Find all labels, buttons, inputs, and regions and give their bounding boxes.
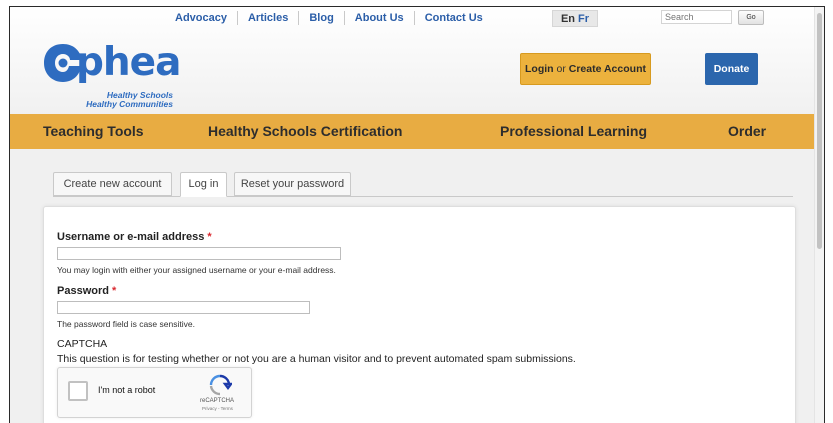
password-label: Password * bbox=[57, 285, 116, 297]
lang-en[interactable]: En bbox=[561, 13, 575, 25]
ophea-logo[interactable]: phea Healthy Schools Healthy Communities bbox=[42, 41, 182, 111]
recaptcha-widget: I'm not a robot reCAPTCHA Privacy - Term… bbox=[57, 367, 252, 418]
logo-tagline-2: Healthy Communities bbox=[86, 99, 173, 109]
donate-button[interactable]: Donate bbox=[705, 53, 758, 85]
login-form-panel: Username or e-mail address * You may log… bbox=[43, 206, 796, 423]
username-field[interactable] bbox=[57, 247, 341, 260]
browser-viewport: Advocacy Articles Blog About Us Contact … bbox=[9, 6, 825, 423]
nav-link-advocacy[interactable]: Advocacy bbox=[165, 11, 238, 25]
logo-wordmark: phea bbox=[76, 40, 181, 85]
recaptcha-brand: reCAPTCHA bbox=[200, 398, 235, 404]
required-mark: * bbox=[207, 231, 212, 243]
or-label: or bbox=[556, 63, 566, 75]
main-nav-order[interactable]: Order bbox=[728, 114, 766, 149]
recaptcha-label: I'm not a robot bbox=[98, 385, 156, 395]
main-nav-healthy-schools-certification[interactable]: Healthy Schools Certification bbox=[208, 114, 402, 149]
required-mark: * bbox=[112, 285, 117, 297]
tab-log-in[interactable]: Log in bbox=[180, 172, 227, 197]
recaptcha-privacy-terms[interactable]: Privacy - Terms bbox=[202, 406, 233, 411]
nav-link-about-us[interactable]: About Us bbox=[345, 11, 415, 25]
password-help-text: The password field is case sensitive. bbox=[57, 319, 195, 329]
recaptcha-checkbox[interactable] bbox=[68, 381, 88, 401]
password-field[interactable] bbox=[57, 301, 310, 314]
top-utility-nav: Advocacy Articles Blog About Us Contact … bbox=[165, 10, 493, 26]
captcha-description: This question is for testing whether or … bbox=[57, 353, 576, 365]
main-nav-professional-learning[interactable]: Professional Learning bbox=[500, 114, 647, 149]
tab-reset-password[interactable]: Reset your password bbox=[234, 172, 351, 196]
search-go-button[interactable]: Go bbox=[738, 10, 764, 25]
password-label-text: Password bbox=[57, 285, 109, 297]
lang-fr[interactable]: Fr bbox=[578, 13, 589, 25]
nav-link-articles[interactable]: Articles bbox=[238, 11, 300, 25]
search-input[interactable] bbox=[661, 10, 732, 24]
main-nav-teaching-tools[interactable]: Teaching Tools bbox=[43, 114, 144, 149]
page: Advocacy Articles Blog About Us Contact … bbox=[10, 7, 814, 423]
vertical-scrollbar[interactable] bbox=[814, 7, 824, 423]
recaptcha-logo-icon bbox=[209, 374, 232, 396]
username-label: Username or e-mail address * bbox=[57, 231, 212, 243]
login-create-account-button[interactable]: Login or Create Account bbox=[520, 53, 651, 85]
tab-create-new-account[interactable]: Create new account bbox=[53, 172, 172, 196]
nav-link-blog[interactable]: Blog bbox=[299, 11, 345, 25]
language-switcher: En Fr bbox=[552, 10, 598, 27]
main-nav: Teaching Tools Healthy Schools Certifica… bbox=[10, 114, 814, 149]
username-help-text: You may login with either your assigned … bbox=[57, 265, 336, 275]
login-label: Login bbox=[525, 63, 554, 75]
create-account-label: Create Account bbox=[568, 63, 646, 75]
captcha-title: CAPTCHA bbox=[57, 338, 108, 350]
scrollbar-thumb[interactable] bbox=[817, 13, 822, 249]
account-tabs: Create new account Log in Reset your pas… bbox=[53, 172, 793, 197]
nav-link-contact-us[interactable]: Contact Us bbox=[415, 11, 493, 25]
username-label-text: Username or e-mail address bbox=[57, 231, 205, 243]
